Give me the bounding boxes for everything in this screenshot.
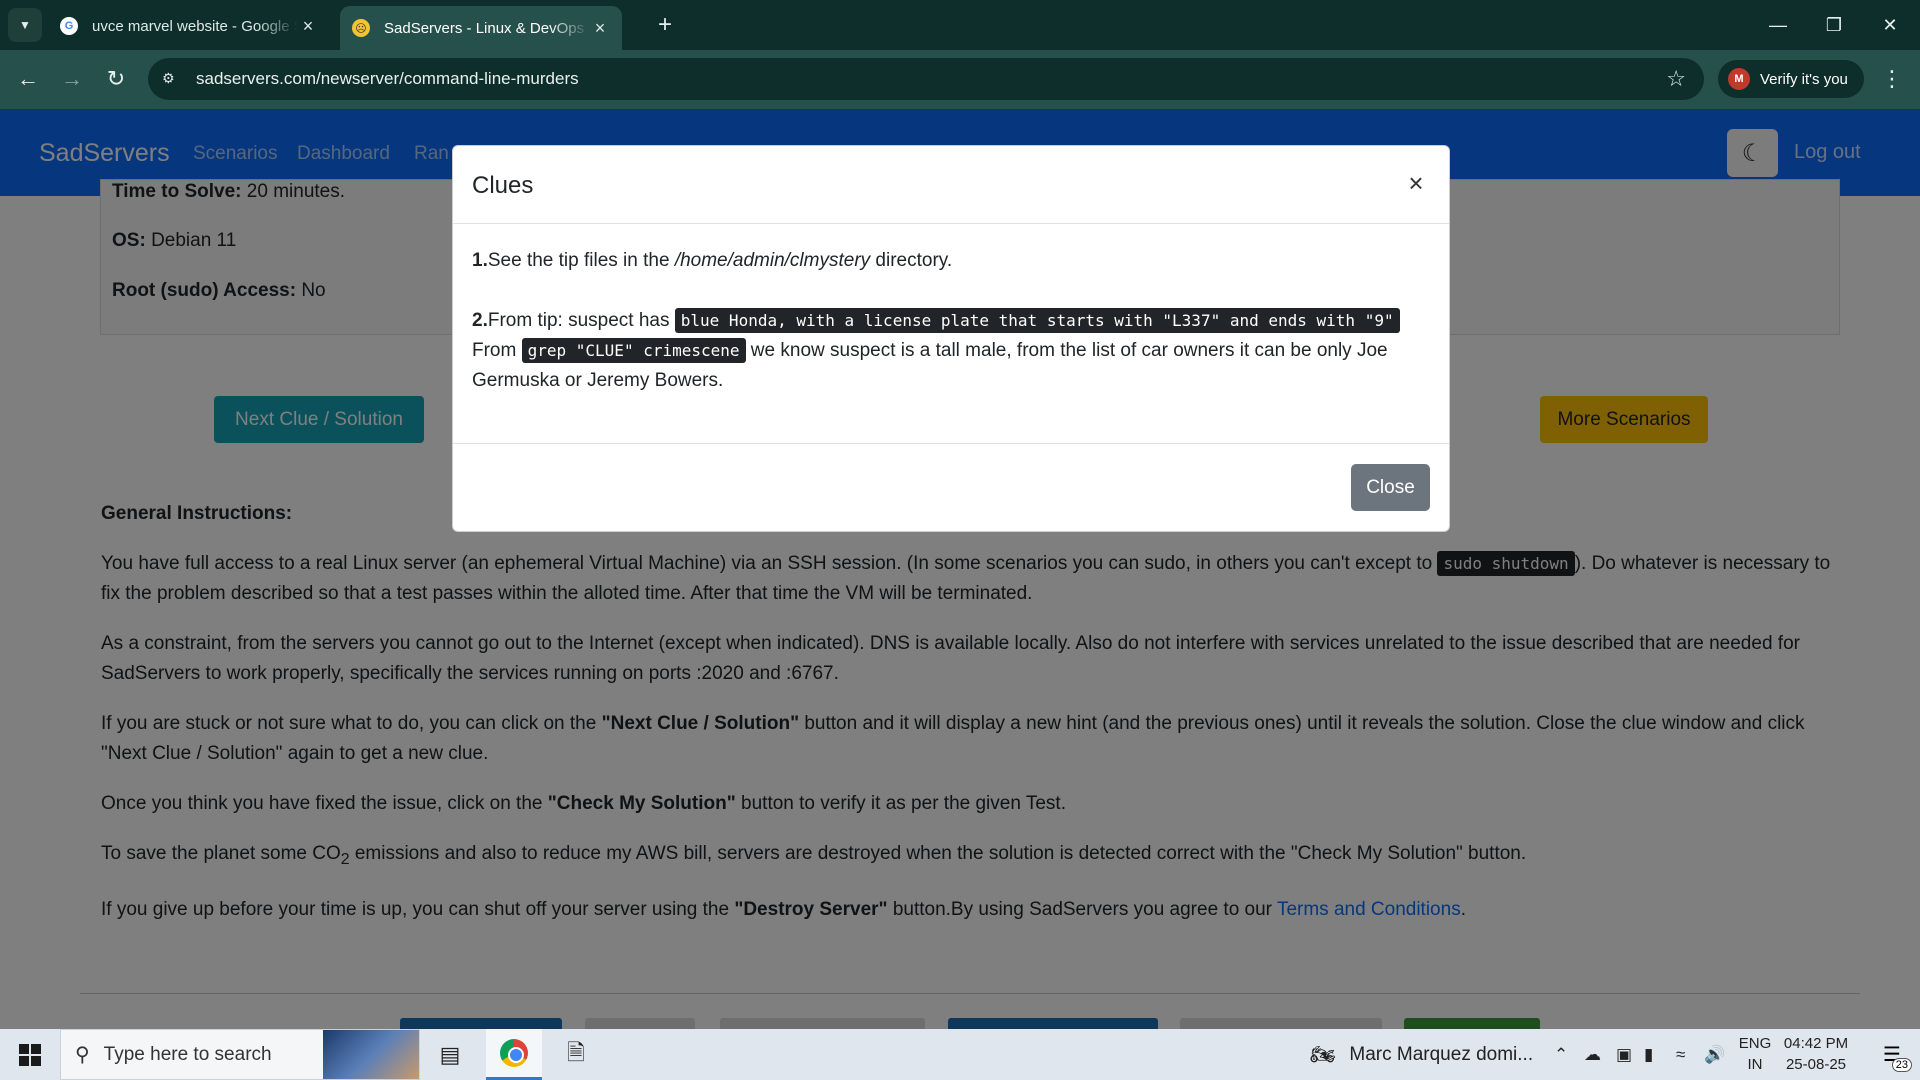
onedrive-icon[interactable]: ☁ xyxy=(1584,1029,1601,1080)
tab-title: SadServers - Linux & DevOps Tr xyxy=(384,19,590,37)
window-close-icon[interactable]: ✕ xyxy=(1862,0,1918,50)
notification-count: 23 xyxy=(1891,1058,1912,1072)
volume-icon[interactable]: 🔊 xyxy=(1704,1029,1725,1080)
url-text[interactable]: sadservers.com/newserver/command-line-mu… xyxy=(196,69,579,89)
close-icon[interactable]: × xyxy=(298,16,318,37)
clue-2: 2.From tip: suspect has blue Honda, with… xyxy=(472,306,1432,396)
restore-icon[interactable]: ❐ xyxy=(1806,0,1862,50)
news-widget[interactable]: 🏍 Marc Marquez domi... xyxy=(1310,1029,1533,1080)
system-clock[interactable]: 04:42 PM 25-08-25 xyxy=(1780,1033,1852,1075)
device-icon[interactable]: ▣ xyxy=(1616,1029,1632,1080)
language-indicator[interactable]: ENG IN xyxy=(1735,1033,1775,1075)
tab-search-icon[interactable]: ▼ xyxy=(8,8,42,42)
back-icon[interactable]: ← xyxy=(12,63,44,95)
browser-tab-bar: ▼ G uvce marvel website - Google S × ☹ S… xyxy=(0,0,1920,50)
bookmark-star-icon[interactable]: ☆ xyxy=(1666,66,1686,92)
close-icon[interactable]: × xyxy=(1401,168,1431,198)
search-placeholder: Type here to search xyxy=(103,1043,272,1065)
wifi-icon[interactable]: ≈ xyxy=(1676,1029,1685,1080)
minimize-icon[interactable]: — xyxy=(1750,0,1806,50)
profile-verify-button[interactable]: M Verify it's you xyxy=(1718,60,1864,98)
address-bar[interactable]: ⚙ sadservers.com/newserver/command-line-… xyxy=(148,58,1704,100)
close-icon[interactable]: × xyxy=(590,18,610,39)
tab-title: uvce marvel website - Google S xyxy=(92,17,298,35)
google-icon: G xyxy=(60,17,78,35)
chrome-taskbar-icon[interactable] xyxy=(486,1029,542,1080)
browser-toolbar: ← → ↻ ⚙ sadservers.com/newserver/command… xyxy=(0,50,1920,109)
site-info-icon[interactable]: ⚙ xyxy=(162,70,175,87)
start-button[interactable] xyxy=(0,1029,60,1080)
clue-1: 1.See the tip files in the /home/admin/c… xyxy=(472,250,953,271)
windows-taskbar: ⚲ Type here to search ▤ 🗎 🏍 Marc Marquez… xyxy=(0,1029,1920,1080)
motorbike-icon: 🏍 xyxy=(1310,1044,1336,1066)
modal-footer: Close xyxy=(453,443,1449,533)
file-icon[interactable]: 🗎 xyxy=(548,1029,604,1080)
windows-logo-icon xyxy=(19,1043,41,1066)
clues-modal: Clues × 1.See the tip files in the /home… xyxy=(452,145,1450,532)
notification-icon[interactable]: ☰ 23 xyxy=(1864,1029,1920,1080)
modal-body: 1.See the tip files in the /home/admin/c… xyxy=(472,246,1432,426)
menu-icon[interactable]: ⋮ xyxy=(1876,63,1908,95)
battery-icon[interactable]: ▮ xyxy=(1644,1029,1653,1080)
search-highlight-image xyxy=(323,1030,419,1079)
sadservers-icon: ☹ xyxy=(352,19,370,37)
taskbar-search[interactable]: ⚲ Type here to search xyxy=(60,1029,420,1080)
tab-sadservers[interactable]: ☹ SadServers - Linux & DevOps Tr × xyxy=(340,6,622,50)
modal-title: Clues xyxy=(472,172,534,199)
reload-icon[interactable]: ↻ xyxy=(100,63,132,95)
verify-label: Verify it's you xyxy=(1760,70,1848,88)
modal-header: Clues × xyxy=(453,146,1449,224)
chrome-icon xyxy=(500,1039,528,1067)
task-view-icon[interactable]: ▤ xyxy=(422,1029,478,1080)
news-text: Marc Marquez domi... xyxy=(1349,1043,1534,1065)
tray-chevron-icon[interactable]: ⌃ xyxy=(1554,1029,1568,1080)
tab-google[interactable]: G uvce marvel website - Google S × xyxy=(48,6,330,46)
avatar: M xyxy=(1728,68,1750,90)
close-button[interactable]: Close xyxy=(1351,464,1430,511)
search-icon: ⚲ xyxy=(75,1044,90,1066)
new-tab-icon[interactable]: + xyxy=(650,10,680,40)
forward-icon[interactable]: → xyxy=(56,63,88,95)
